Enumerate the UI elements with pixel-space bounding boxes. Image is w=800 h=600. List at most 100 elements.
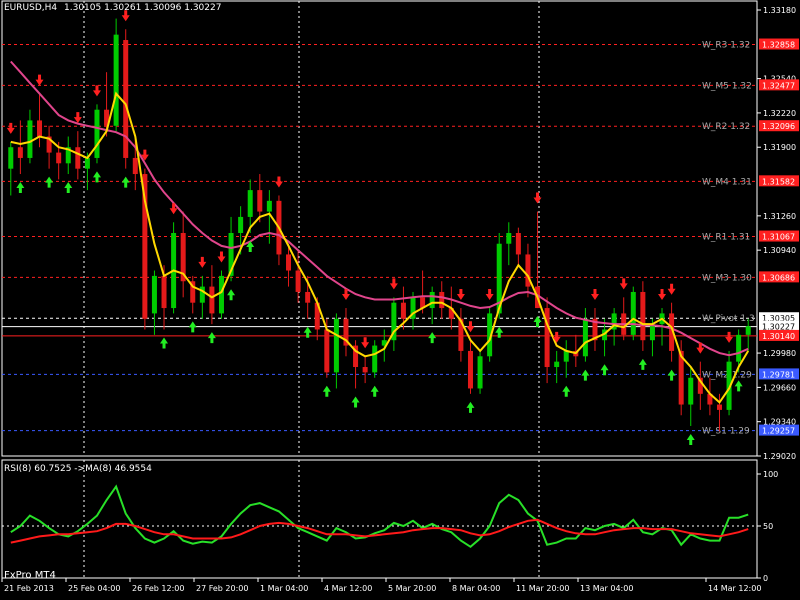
up-arrow <box>370 385 379 397</box>
candle-body <box>372 345 378 373</box>
down-arrow <box>198 256 207 268</box>
up-arrow <box>227 289 236 301</box>
candle-body <box>75 147 81 169</box>
candle-body <box>305 291 311 303</box>
down-arrow <box>456 289 465 301</box>
candle-body <box>688 377 694 405</box>
down-arrow <box>533 192 542 204</box>
up-arrow <box>667 369 676 381</box>
down-arrow <box>485 289 494 301</box>
price-badge-label: 1.30140 <box>762 332 795 341</box>
down-arrow <box>217 251 226 263</box>
candle-body <box>554 361 560 368</box>
candle-body <box>286 254 292 271</box>
candle-body <box>37 120 43 137</box>
level-name: W_Pivot 1.3 <box>702 314 755 324</box>
up-arrow <box>160 337 169 349</box>
candle-body <box>649 324 655 341</box>
candle-body <box>209 286 215 314</box>
y-tick-label: 1.29020 <box>763 452 796 461</box>
down-arrow <box>590 289 599 301</box>
candle-body <box>640 291 646 341</box>
up-arrow <box>45 176 54 188</box>
level-name: W_R3 1.32 <box>702 41 750 51</box>
down-arrow <box>667 283 676 295</box>
candle-body <box>84 157 90 169</box>
down-arrow <box>35 74 44 86</box>
candle-body <box>56 152 62 164</box>
down-arrow <box>619 278 628 290</box>
up-arrow <box>428 332 437 344</box>
rsi-y-tick-label: 50 <box>763 522 773 531</box>
x-tick-label: 8 Mar 04:00 <box>452 584 500 593</box>
chart-canvas: 1.331801.325401.322201.319001.312601.309… <box>1 0 799 593</box>
x-tick-label: 11 Mar 20:00 <box>516 584 569 593</box>
candle-body <box>161 275 167 309</box>
candle-body <box>563 350 569 362</box>
candle-body <box>247 190 253 217</box>
price-badge-label: 1.32477 <box>762 81 795 90</box>
ma-fast-line <box>10 91 750 404</box>
rsi-y-tick-label: 0 <box>763 574 768 583</box>
candle-body <box>27 120 33 158</box>
x-tick-label: 27 Feb 20:00 <box>196 584 248 593</box>
up-arrow <box>64 182 73 194</box>
level-name: W_R2 1.32 <box>702 122 750 132</box>
up-arrow <box>92 171 101 183</box>
price-badge-label: 1.31582 <box>762 177 795 186</box>
x-tick-label: 13 Mar 04:00 <box>580 584 633 593</box>
candle-body <box>123 40 129 158</box>
up-arrow <box>638 358 647 370</box>
up-arrow <box>734 380 743 392</box>
candle-body <box>467 350 473 389</box>
candle-body <box>429 291 435 309</box>
price-badge-label: 1.29257 <box>762 427 795 436</box>
down-arrow <box>658 289 667 301</box>
candle-body <box>439 291 445 309</box>
x-tick-label: 21 Feb 2013 <box>4 584 54 593</box>
candle-body <box>17 147 23 158</box>
up-arrow <box>562 385 571 397</box>
up-arrow <box>533 316 542 328</box>
up-arrow <box>322 385 331 397</box>
up-arrow <box>121 176 130 188</box>
down-arrow <box>725 331 734 343</box>
level-name: W_M4 1.31 <box>702 177 752 187</box>
candle-body <box>324 329 330 373</box>
up-arrow <box>600 364 609 376</box>
x-tick-label: 4 Mar 12:00 <box>324 584 372 593</box>
down-arrow <box>466 321 475 333</box>
candle-body <box>257 190 263 212</box>
candle-body <box>238 216 244 233</box>
price-badge-label: 1.32096 <box>762 122 795 131</box>
level-name: W_S1 1.29 <box>702 427 750 437</box>
rsi-pane-border <box>1 459 758 579</box>
x-tick-label: 14 Mar 12:00 <box>708 584 761 593</box>
price-badge-label: 1.30686 <box>762 273 795 282</box>
level-name: W_M3 1.30 <box>702 273 752 283</box>
level-name: W_M5 1.32 <box>702 81 752 91</box>
candle-body <box>333 318 339 373</box>
candle-body <box>582 318 588 357</box>
candle-body <box>295 270 301 292</box>
down-arrow <box>361 337 370 349</box>
y-tick-label: 1.32220 <box>763 109 796 118</box>
candle-body <box>94 109 100 158</box>
candle-body <box>630 291 636 335</box>
candle-body <box>716 404 722 410</box>
candle-body <box>736 334 742 362</box>
up-arrow <box>466 401 475 413</box>
up-arrow <box>686 433 695 445</box>
candle-body <box>199 286 205 303</box>
down-arrow <box>92 85 101 97</box>
candle-body <box>477 356 483 389</box>
candle-body <box>218 275 224 314</box>
candle-body <box>362 367 368 373</box>
up-arrow <box>207 332 216 344</box>
y-tick-label: 1.33180 <box>763 6 796 15</box>
candle-body <box>113 34 119 126</box>
down-arrow <box>274 176 283 188</box>
up-arrow <box>351 396 360 408</box>
up-arrow <box>581 369 590 381</box>
y-tick-label: 1.29980 <box>763 349 796 358</box>
